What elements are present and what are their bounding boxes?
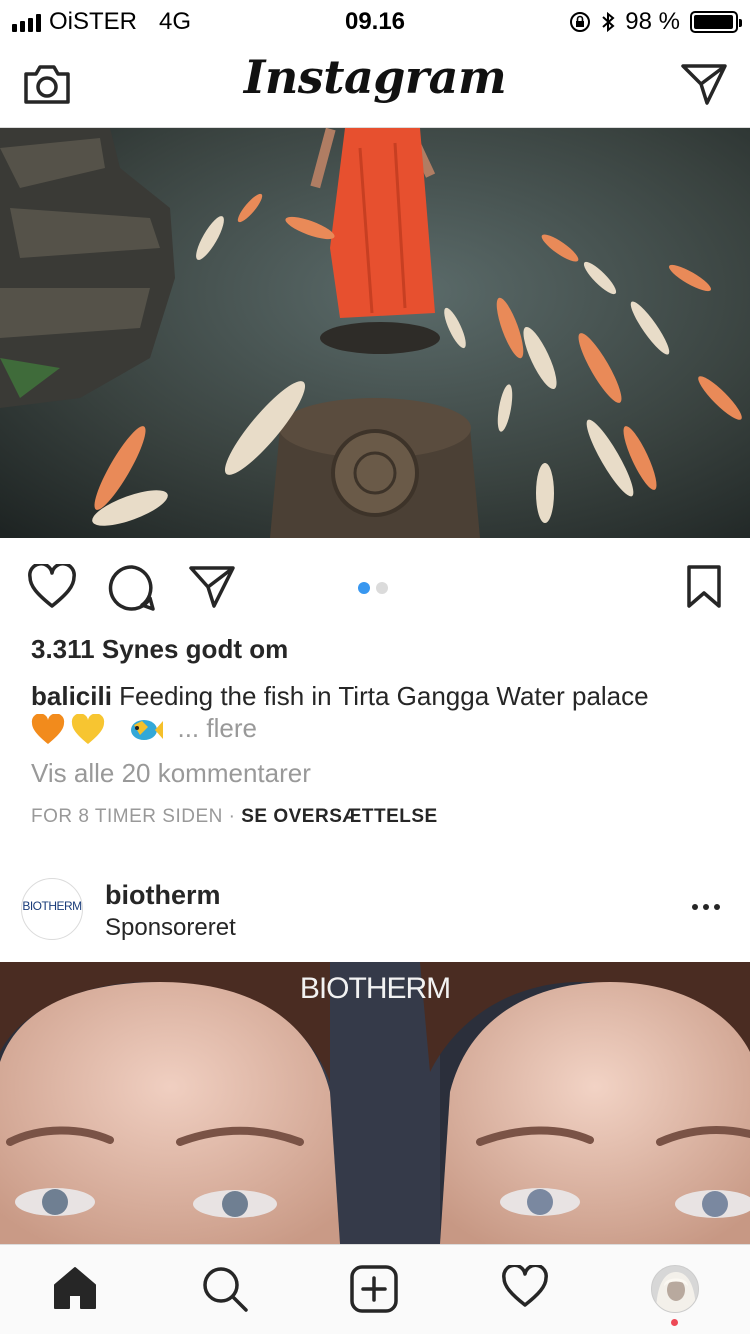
- koi-pond-photo: [0, 128, 750, 538]
- avatar[interactable]: BIOTHERM: [21, 878, 83, 940]
- profile-photo: [652, 1266, 698, 1312]
- caption-username[interactable]: balicili: [31, 681, 112, 711]
- battery-fill: [694, 15, 734, 29]
- post-timestamp: FOR 8 TIMER SIDEN: [31, 806, 223, 827]
- post-meta: FOR 8 TIMER SIDEN · SE OVERSÆTTELSE: [31, 806, 438, 828]
- ad-brand-watermark: BIOTHERM: [299, 972, 451, 1005]
- orientation-lock-icon: [570, 12, 591, 32]
- carousel-dot-active: [358, 582, 370, 594]
- bluetooth-icon: [602, 11, 615, 33]
- activity-icon[interactable]: [501, 1265, 549, 1309]
- bookmark-icon[interactable]: [686, 564, 722, 610]
- more-options-icon[interactable]: [692, 904, 720, 910]
- tab-bar: [0, 1244, 750, 1334]
- search-icon[interactable]: [201, 1265, 249, 1313]
- comment-icon[interactable]: [108, 564, 156, 612]
- carousel-dot: [376, 582, 388, 594]
- tropical-fish-emoji: [131, 720, 164, 741]
- share-icon[interactable]: [188, 564, 236, 610]
- post-header: BIOTHERM biotherm Sponsoreret: [0, 860, 750, 962]
- profile-avatar[interactable]: [651, 1265, 699, 1313]
- like-heart-icon[interactable]: [27, 564, 77, 610]
- post-image[interactable]: [0, 128, 750, 538]
- direct-message-icon[interactable]: [680, 62, 728, 106]
- battery-icon: [690, 11, 742, 33]
- see-translation-link[interactable]: SE OVERSÆTTELSE: [241, 806, 437, 827]
- sponsored-label: Sponsoreret: [105, 914, 236, 941]
- post-username[interactable]: biotherm: [105, 880, 221, 911]
- more-link[interactable]: ... flere: [177, 713, 256, 743]
- post-actions: [0, 540, 750, 636]
- avatar-brand-text: BIOTHERM: [22, 899, 82, 913]
- post-caption: balicili Feeding the fish in Tirta Gangg…: [31, 680, 731, 746]
- caption-text: Feeding the fish in Tirta Gangga Water p…: [119, 681, 649, 711]
- battery-percent: 98 %: [625, 8, 680, 35]
- app-header: Instagram: [0, 40, 750, 128]
- notification-dot: [671, 1319, 678, 1326]
- meta-separator: ·: [228, 806, 236, 827]
- new-post-icon[interactable]: [350, 1265, 398, 1313]
- status-bar: OiSTER 4G 09.16 98 %: [0, 0, 750, 40]
- carousel-indicator: [358, 582, 388, 594]
- orange-heart-emoji: [31, 714, 65, 745]
- likes-count[interactable]: 3.311 Synes godt om: [31, 634, 288, 665]
- home-icon[interactable]: [52, 1265, 98, 1311]
- view-comments-link[interactable]: Vis alle 20 kommentarer: [31, 758, 311, 789]
- status-right: 98 %: [569, 8, 742, 36]
- yellow-heart-emoji: [71, 714, 105, 745]
- instagram-logo: Instagram: [243, 50, 507, 104]
